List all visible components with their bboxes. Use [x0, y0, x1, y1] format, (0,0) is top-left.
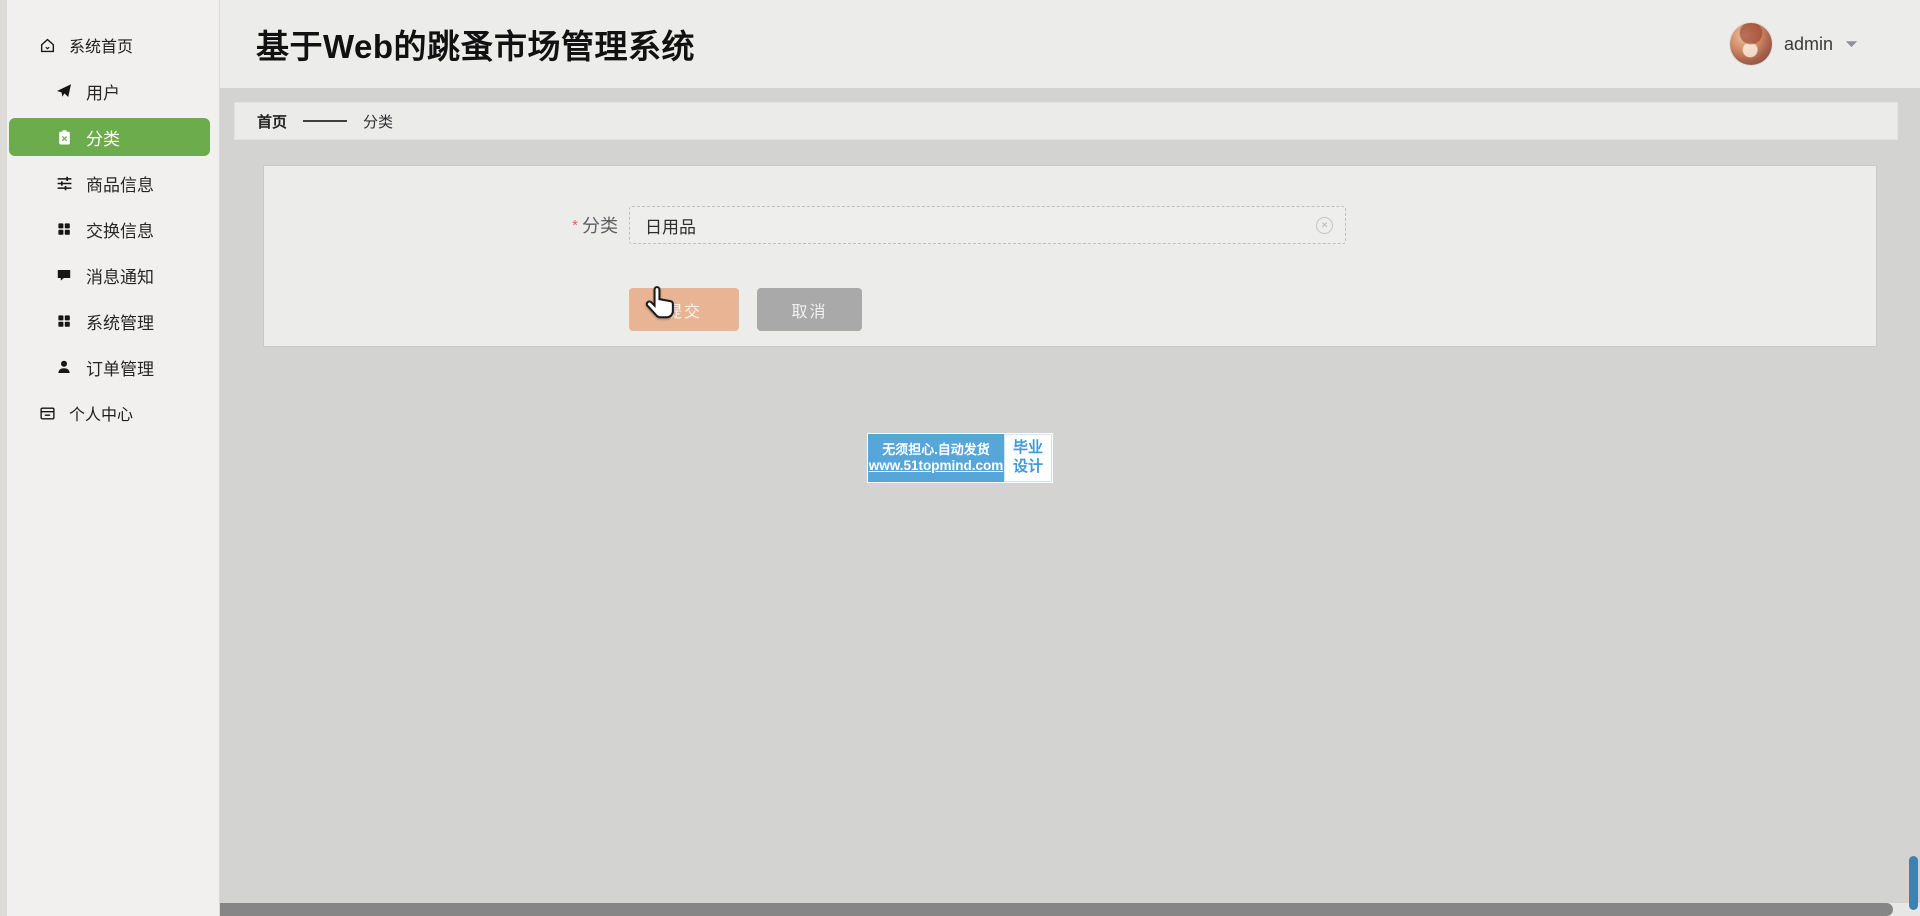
message-icon — [55, 266, 73, 284]
sidebar-item-label: 订单管理 — [86, 359, 154, 379]
watermark-banner: 无须担心.自动发货 www.51topmind.com 毕业 设计 — [867, 433, 1053, 483]
sidebar-item-label: 个人中心 — [69, 407, 134, 424]
chevron-down-icon — [1845, 40, 1858, 47]
main-content: 首页 分类 * 分类 日用品 ✕ 提交 取消 无须担心.自动发货 www.51to… — [220, 88, 1920, 916]
sidebar-nav: 系统首页 用户 分类 商品信息 交换信息 消息通知 系统管理 订单管理 个人中心 — [0, 0, 219, 436]
sidebar-item-label: 商品信息 — [86, 175, 154, 195]
category-input-value: 日用品 — [645, 217, 696, 237]
grid-icon — [55, 220, 73, 238]
sidebar: 系统首页 用户 分类 商品信息 交换信息 消息通知 系统管理 订单管理 个人中心 — [0, 0, 220, 916]
category-form-panel: * 分类 日用品 ✕ 提交 取消 — [263, 165, 1877, 347]
watermark-badge: 毕业 设计 — [1004, 434, 1052, 482]
sidebar-item-goods-info[interactable]: 商品信息 — [0, 160, 219, 206]
sidebar-item-orders[interactable]: 订单管理 — [0, 344, 219, 390]
cancel-button[interactable]: 取消 — [757, 288, 862, 331]
category-form-row: * 分类 日用品 ✕ — [264, 206, 1876, 244]
sidebar-item-profile[interactable]: 个人中心 — [0, 390, 219, 436]
user-icon — [55, 358, 73, 376]
page-title: 基于Web的跳蚤市场管理系统 — [256, 28, 696, 65]
paper-plane-icon — [55, 82, 73, 100]
sidebar-item-category[interactable]: 分类 — [9, 118, 210, 156]
browser-card-icon — [38, 404, 56, 422]
home-icon — [38, 36, 56, 54]
breadcrumb: 首页 分类 — [234, 102, 1898, 140]
breadcrumb-separator — [303, 120, 348, 122]
sidebar-item-label: 系统管理 — [86, 313, 154, 333]
avatar[interactable] — [1729, 23, 1772, 65]
header: 基于Web的跳蚤市场管理系统 admin — [220, 0, 1920, 88]
watermark-badge-line1: 毕业 — [1012, 439, 1043, 457]
category-label-text: 分类 — [582, 216, 618, 236]
breadcrumb-home[interactable]: 首页 — [257, 111, 287, 132]
sliders-icon — [55, 174, 73, 192]
form-buttons: 提交 取消 — [629, 288, 862, 331]
sidebar-item-users[interactable]: 用户 — [0, 68, 219, 114]
sidebar-item-label: 系统首页 — [69, 39, 134, 56]
vertical-scrollbar-thumb[interactable] — [1909, 856, 1918, 910]
grid-icon — [55, 312, 73, 330]
clear-input-icon[interactable]: ✕ — [1316, 216, 1333, 234]
username: admin — [1783, 33, 1833, 54]
submit-button[interactable]: 提交 — [629, 288, 739, 331]
sidebar-item-label: 用户 — [86, 83, 120, 103]
horizontal-scrollbar-thumb[interactable] — [220, 903, 1893, 916]
clipboard-icon — [55, 128, 73, 146]
sidebar-item-notifications[interactable]: 消息通知 — [0, 252, 219, 298]
watermark-url[interactable]: www.51topmind.com — [869, 458, 1004, 474]
required-asterisk: * — [572, 217, 578, 234]
category-input[interactable]: 日用品 ✕ — [629, 206, 1346, 244]
watermark-line1: 无须担心.自动发货 — [882, 441, 990, 457]
watermark-text: 无须担心.自动发货 www.51topmind.com — [868, 434, 1004, 482]
breadcrumb-current: 分类 — [363, 113, 394, 131]
sidebar-item-label: 交换信息 — [86, 221, 154, 241]
category-label: * 分类 — [264, 212, 618, 238]
watermark-badge-line2: 设计 — [1012, 458, 1043, 475]
user-menu[interactable]: admin — [1729, 0, 1858, 88]
sidebar-item-label: 分类 — [86, 129, 120, 149]
sidebar-item-system-home[interactable]: 系统首页 — [0, 22, 219, 68]
sidebar-item-label: 消息通知 — [86, 267, 154, 287]
horizontal-scrollbar-track — [220, 903, 1920, 916]
sidebar-item-exchange-info[interactable]: 交换信息 — [0, 206, 219, 252]
sidebar-item-system-management[interactable]: 系统管理 — [0, 298, 219, 344]
